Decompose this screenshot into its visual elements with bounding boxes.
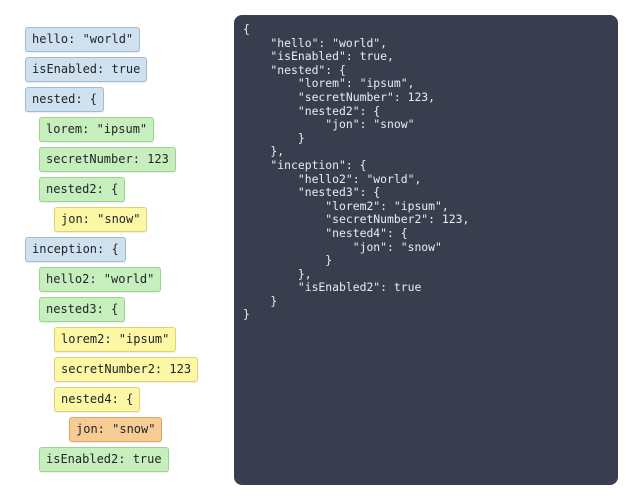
tree-item-nested4[interactable]: nested4: { [54, 387, 141, 412]
tree-item-lorem[interactable]: lorem: "ipsum" [39, 117, 155, 142]
editor-stage: hello: "world" isEnabled: true nested: {… [0, 0, 640, 504]
tree-item-nested[interactable]: nested: { [25, 87, 105, 112]
tree-item-jon-deep[interactable]: jon: "snow" [69, 417, 163, 442]
tree-item-nested2[interactable]: nested2: { [39, 177, 126, 202]
tree-item-jon[interactable]: jon: "snow" [54, 207, 148, 232]
tree-item-secretnumber[interactable]: secretNumber: 123 [39, 147, 176, 172]
tree-item-hello[interactable]: hello: "world" [25, 27, 141, 52]
tree-item-hello2[interactable]: hello2: "world" [39, 267, 162, 292]
tree-item-nested3[interactable]: nested3: { [39, 297, 126, 322]
json-output-code: { "hello": "world", "isEnabled": true, "… [243, 22, 470, 322]
tree-item-lorem2[interactable]: lorem2: "ipsum" [54, 327, 177, 352]
tree-item-isenabled2[interactable]: isEnabled2: true [39, 447, 169, 472]
tree-item-inception[interactable]: inception: { [25, 237, 126, 262]
tree-item-isenabled[interactable]: isEnabled: true [25, 57, 148, 82]
tree-item-secretnumber2[interactable]: secretNumber2: 123 [54, 357, 199, 382]
json-output-panel: { "hello": "world", "isEnabled": true, "… [234, 15, 618, 485]
